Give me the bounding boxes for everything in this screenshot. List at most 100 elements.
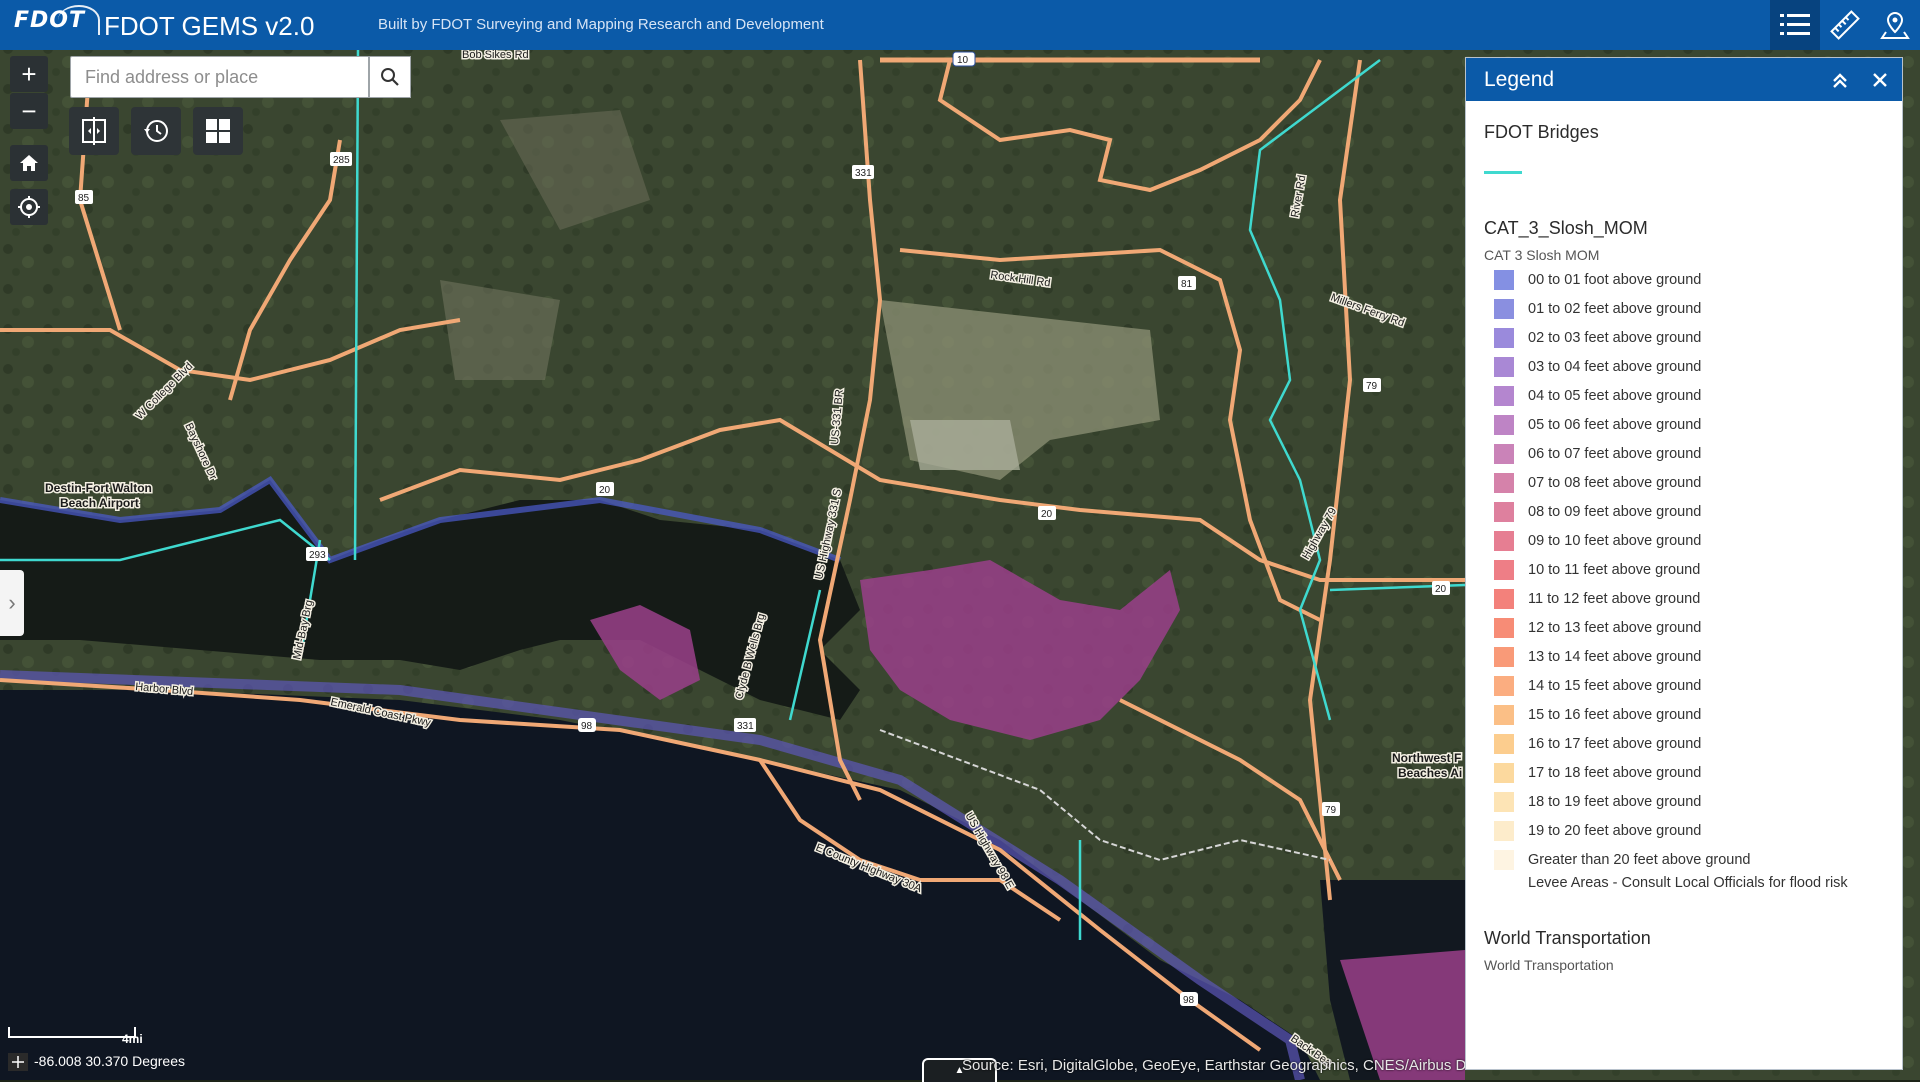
legend-label: 06 to 07 feet above ground [1528, 445, 1702, 462]
legend-label: 03 to 04 feet above ground [1528, 358, 1702, 375]
legend-swatch [1494, 501, 1514, 522]
search-button[interactable] [369, 56, 411, 98]
legend-label: 09 to 10 feet above ground [1528, 532, 1702, 549]
coordinate-readout: -86.008 30.370 Degrees [34, 1053, 185, 1069]
legend-label: 02 to 03 feet above ground [1528, 329, 1702, 346]
locate-button[interactable] [10, 189, 48, 225]
scale-bar [8, 1027, 136, 1038]
legend-item: Levee Areas - Consult Local Officials fo… [1484, 874, 1884, 914]
legend-label: 13 to 14 feet above ground [1528, 648, 1702, 665]
map-pin-icon [1880, 11, 1910, 39]
legend-label: Levee Areas - Consult Local Officials fo… [1528, 875, 1848, 891]
legend-item: 14 to 15 feet above ground [1484, 671, 1884, 700]
legend-item: Greater than 20 feet above ground [1484, 845, 1884, 874]
legend-label: 19 to 20 feet above ground [1528, 822, 1702, 839]
legend-swatch [1494, 820, 1514, 841]
history-icon [144, 120, 168, 142]
zoom-in-button[interactable]: + [10, 56, 48, 92]
route-shield: 79 [1366, 381, 1378, 392]
legend-label: 04 to 05 feet above ground [1528, 387, 1702, 404]
legend-swatch [1494, 675, 1514, 696]
legend-body: FDOT Bridges CAT_3_Slosh_MOM CAT 3 Slosh… [1466, 122, 1902, 973]
layer-title-cat3-slosh: CAT_3_Slosh_MOM [1484, 218, 1648, 238]
legend-swatch [1494, 269, 1514, 290]
legend-swatch [1494, 356, 1514, 377]
legend-label: 16 to 17 feet above ground [1528, 735, 1702, 752]
legend-item: 03 to 04 feet above ground [1484, 352, 1884, 381]
collapse-button[interactable] [1828, 68, 1852, 92]
chevron-right-icon: › [8, 590, 16, 615]
legend-label: 14 to 15 feet above ground [1528, 677, 1702, 694]
place-label: Beach Airport [60, 496, 139, 510]
place-label: Beaches Ai [1398, 766, 1462, 780]
legend-label: 07 to 08 feet above ground [1528, 474, 1702, 491]
legend-title: Legend [1484, 68, 1555, 91]
legend-item: 10 to 11 feet above ground [1484, 555, 1884, 584]
legend-swatch [1494, 588, 1514, 609]
legend-label: 05 to 06 feet above ground [1528, 416, 1702, 433]
legend-item: 13 to 14 feet above ground [1484, 642, 1884, 671]
legend-label: 11 to 12 feet above ground [1528, 590, 1701, 607]
legend-item: 01 to 02 feet above ground [1484, 294, 1884, 323]
search-box [70, 56, 369, 98]
legend-label: 17 to 18 feet above ground [1528, 764, 1702, 781]
legend-swatch [1494, 646, 1514, 667]
location-button[interactable] [1870, 0, 1920, 50]
route-shield: 293 [309, 550, 326, 561]
swipe-compare-button[interactable] [69, 107, 119, 155]
app-header: FDOT FDOT GEMS v2.0 Built by FDOT Survey… [0, 0, 1920, 50]
side-panel-toggle[interactable]: › [0, 570, 24, 636]
legend-swatch [1494, 617, 1514, 638]
legend-item: 04 to 05 feet above ground [1484, 381, 1884, 410]
legend-swatch [1494, 733, 1514, 754]
swipe-compare-icon [82, 117, 106, 145]
chevron-double-up-icon [1833, 73, 1847, 88]
place-label: Northwest F [1392, 751, 1461, 765]
legend-item: 15 to 16 feet above ground [1484, 700, 1884, 729]
route-shield: 98 [1183, 995, 1195, 1006]
legend-swatch [1494, 530, 1514, 551]
legend-label: 08 to 09 feet above ground [1528, 503, 1702, 520]
locate-icon [18, 196, 40, 218]
close-button[interactable] [1868, 68, 1892, 92]
legend-items: 00 to 01 foot above ground 01 to 02 feet … [1484, 265, 1884, 914]
legend-label: 10 to 11 feet above ground [1528, 561, 1701, 578]
home-icon [20, 155, 38, 171]
zoom-out-button[interactable]: − [10, 93, 48, 129]
layer-title-fdot-bridges: FDOT Bridges [1484, 122, 1599, 142]
legend-item: 05 to 06 feet above ground [1484, 410, 1884, 439]
legend-swatch [1494, 762, 1514, 783]
route-shield: 331 [737, 721, 754, 732]
legend-label: 15 to 16 feet above ground [1528, 706, 1702, 723]
basemap-gallery-button[interactable] [193, 107, 243, 155]
legend-list-button[interactable] [1770, 0, 1820, 50]
legend-panel: Legend FDOT Bridges CAT_3_Slosh_MOM CAT … [1465, 57, 1903, 1070]
search-input[interactable] [71, 57, 368, 97]
cleared-area [910, 420, 1020, 470]
layer-subtitle: CAT 3 Slosh MOM [1484, 247, 1600, 263]
legend-item: 16 to 17 feet above ground [1484, 729, 1884, 758]
map-attribution: Source: Esri, DigitalGlobe, GeoEye, Eart… [962, 1057, 1465, 1074]
legend-item: 18 to 19 feet above ground [1484, 787, 1884, 816]
home-button[interactable] [10, 145, 48, 181]
legend-label: 00 to 01 foot above ground [1528, 271, 1702, 288]
route-shield: 20 [1435, 584, 1447, 595]
measure-button[interactable] [1820, 0, 1870, 50]
history-button[interactable] [131, 107, 181, 155]
crosshair-icon[interactable] [8, 1053, 28, 1071]
route-shield: 98 [581, 721, 593, 732]
legend-label: 01 to 02 feet above ground [1528, 300, 1702, 317]
legend-label: 18 to 19 feet above ground [1528, 793, 1702, 810]
fdot-logo: FDOT [14, 5, 100, 35]
route-shield: 20 [599, 485, 611, 496]
legend-item: 07 to 08 feet above ground [1484, 468, 1884, 497]
crosshair-glyph [12, 1056, 24, 1068]
layer-subtitle: World Transportation [1484, 957, 1614, 973]
legend-swatch [1494, 874, 1514, 894]
place-label: Destin-Fort Walton [45, 481, 152, 495]
legend-item: 11 to 12 feet above ground [1484, 584, 1884, 613]
search-icon [381, 68, 399, 86]
legend-header: Legend [1466, 58, 1902, 101]
road-label: Bob Sikes Rd [462, 50, 529, 61]
legend-swatch [1494, 559, 1514, 580]
